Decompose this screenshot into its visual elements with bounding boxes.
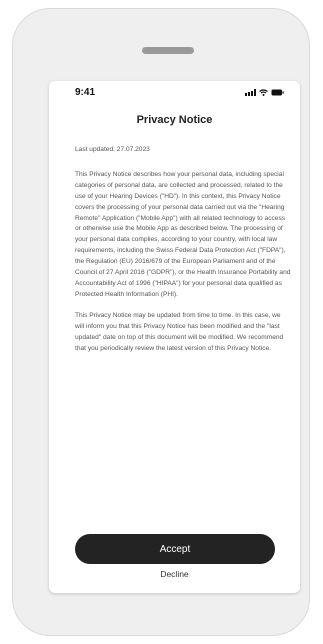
last-updated-text: Last updated: 27.07.2023 — [75, 146, 150, 153]
page-title: Privacy Notice — [136, 114, 213, 126]
notice-paragraph: This Privacy Notice describes how your p… — [75, 170, 291, 298]
phone-frame: 9:41 Privacy Notice Last updated: 27.07.… — [12, 8, 310, 636]
status-icons — [245, 89, 284, 96]
status-bar: 9:41 — [49, 81, 300, 101]
accept-button[interactable]: Accept — [75, 534, 275, 564]
status-time: 9:41 — [75, 87, 96, 98]
wifi-icon — [259, 89, 268, 96]
decline-button[interactable]: Decline — [49, 569, 300, 579]
app-screen: 9:41 Privacy Notice Last updated: 27.07.… — [49, 81, 300, 593]
privacy-notice-body: Last updated: 27.07.2023 This Privacy No… — [75, 145, 291, 364]
signal-icon — [245, 89, 256, 96]
notice-paragraph: This Privacy Notice may be updated from … — [75, 311, 284, 352]
speaker-grille — [142, 47, 194, 54]
battery-icon — [271, 89, 284, 96]
